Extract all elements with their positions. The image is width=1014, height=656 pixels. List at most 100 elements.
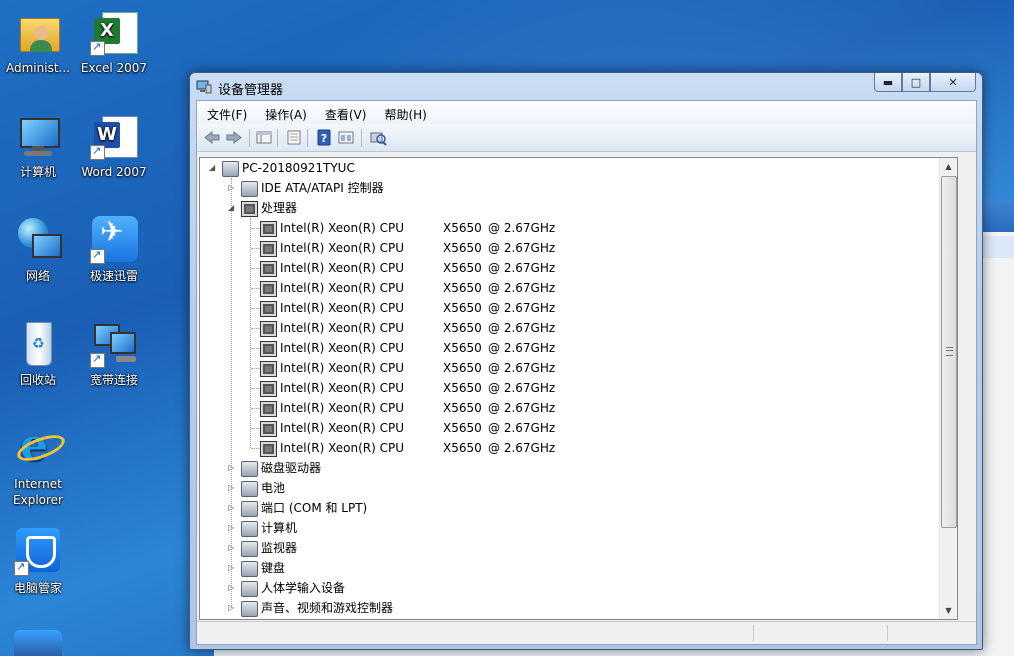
processor-name: Intel(R) Xeon(R) CPU xyxy=(280,401,405,415)
desktop-icon-network[interactable]: 网络 xyxy=(0,216,76,284)
menu-view[interactable]: 查看(V) xyxy=(315,101,375,124)
view-icon[interactable] xyxy=(337,129,355,146)
scan-hardware-icon[interactable] xyxy=(369,129,387,146)
menu-action[interactable]: 操作(A) xyxy=(255,101,315,124)
internet-explorer-icon: e xyxy=(14,424,68,472)
scroll-up-arrow-icon[interactable]: ▲ xyxy=(940,158,957,175)
processor-icon xyxy=(260,301,277,317)
processor-frequency: @ 2.67GHz xyxy=(488,301,556,315)
title-bar[interactable]: 设备管理器 ▬ □ ✕ xyxy=(190,73,982,101)
expand-arrow-icon[interactable]: ▷ xyxy=(228,524,236,532)
expand-arrow-icon[interactable]: ▷ xyxy=(228,544,236,552)
processor-name: Intel(R) Xeon(R) CPU xyxy=(280,301,405,315)
expand-arrow-icon[interactable]: ▷ xyxy=(228,484,236,492)
show-hide-tree-icon[interactable] xyxy=(255,129,273,146)
desktop-icon-word-2007[interactable]: W Word 2007 xyxy=(76,112,152,180)
processor-name: Intel(R) Xeon(R) CPU xyxy=(280,261,405,275)
processor-model: X5650 xyxy=(443,281,482,295)
broadband-connection-icon xyxy=(90,320,138,368)
processor-name: Intel(R) Xeon(R) CPU xyxy=(280,421,405,435)
processor-icon xyxy=(260,381,277,397)
device-tree[interactable]: ◢ PC-20180921TYUC ▷ IDE ATA/ATAPI 控制器 ◢ … xyxy=(199,157,958,620)
desktop-icon-xunlei[interactable]: ✈ 极速迅雷 xyxy=(76,216,152,284)
processor-model: X5650 xyxy=(443,401,482,415)
processor-frequency: @ 2.67GHz xyxy=(488,241,556,255)
processor-name: Intel(R) Xeon(R) CPU xyxy=(280,441,405,455)
pc-manager-shield-icon xyxy=(14,528,62,576)
processor-icon xyxy=(260,421,277,437)
computer-icon xyxy=(222,161,239,177)
maximize-button[interactable]: □ xyxy=(902,73,930,92)
svg-text:?: ? xyxy=(321,132,327,145)
collapse-arrow-icon[interactable]: ◢ xyxy=(209,164,217,172)
processor-name: Intel(R) Xeon(R) CPU xyxy=(280,221,405,235)
expand-arrow-icon[interactable]: ▷ xyxy=(228,184,236,192)
processor-frequency: @ 2.67GHz xyxy=(488,261,556,275)
scroll-down-arrow-icon[interactable]: ▼ xyxy=(940,602,957,619)
processor-icon xyxy=(260,221,277,237)
ide-controller-icon xyxy=(241,181,258,197)
processor-name: Intel(R) Xeon(R) CPU xyxy=(280,281,405,295)
menu-file[interactable]: 文件(F) xyxy=(197,101,255,124)
desktop-icon-pc-manager[interactable]: 电脑管家 xyxy=(0,528,76,596)
xunlei-bird-icon: ✈ xyxy=(90,216,138,264)
user-folder-icon xyxy=(14,8,62,56)
processor-icon xyxy=(260,361,277,377)
toolbar: ? xyxy=(197,124,976,152)
processor-icon xyxy=(260,241,277,257)
processor-name: Intel(R) Xeon(R) CPU xyxy=(280,361,405,375)
hid-device-icon xyxy=(241,581,258,597)
computer-icon xyxy=(14,112,62,160)
processor-model: X5650 xyxy=(443,261,482,275)
expand-arrow-icon[interactable]: ▷ xyxy=(228,464,236,472)
processor-icon xyxy=(260,401,277,417)
expand-arrow-icon[interactable]: ▷ xyxy=(228,504,236,512)
window-client-area: 文件(F) 操作(A) 查看(V) 帮助(H) ? ◢ PC-20180921T… xyxy=(196,100,977,645)
back-arrow-icon[interactable] xyxy=(203,129,221,146)
processor-frequency: @ 2.67GHz xyxy=(488,221,556,235)
processor-frequency: @ 2.67GHz xyxy=(488,441,556,455)
menu-bar: 文件(F) 操作(A) 查看(V) 帮助(H) xyxy=(197,101,976,124)
battery-icon xyxy=(241,481,258,497)
window-title: 设备管理器 xyxy=(218,83,284,98)
processor-icon xyxy=(260,281,277,297)
expand-arrow-icon[interactable]: ▷ xyxy=(228,604,236,612)
processor-frequency: @ 2.67GHz xyxy=(488,281,556,295)
expand-arrow-icon[interactable]: ▷ xyxy=(228,564,236,572)
device-manager-icon xyxy=(196,79,212,94)
forward-arrow-icon[interactable] xyxy=(225,129,243,146)
help-icon[interactable]: ? xyxy=(315,129,333,146)
computer-icon xyxy=(241,521,258,537)
sound-icon xyxy=(241,601,258,617)
scrollbar-thumb[interactable] xyxy=(941,176,957,528)
status-bar xyxy=(197,621,976,644)
desktop-icon-administrator[interactable]: Administ... xyxy=(0,8,76,76)
processor-name: Intel(R) Xeon(R) CPU xyxy=(280,321,405,335)
desktop-icon-recycle-bin[interactable]: ♻ 回收站 xyxy=(0,320,76,388)
desktop-icon-computer[interactable]: 计算机 xyxy=(0,112,76,180)
monitor-icon xyxy=(241,541,258,557)
vertical-scrollbar[interactable]: ▲ ▼ xyxy=(939,158,957,619)
processor-frequency: @ 2.67GHz xyxy=(488,341,556,355)
desktop-icon-excel-2007[interactable]: X Excel 2007 xyxy=(76,8,152,76)
processor-model: X5650 xyxy=(443,321,482,335)
close-button[interactable]: ✕ xyxy=(930,73,976,92)
minimize-button[interactable]: ▬ xyxy=(874,73,902,92)
expand-arrow-icon[interactable]: ▷ xyxy=(228,584,236,592)
desktop-icon-internet-explorer[interactable]: e Internet Explorer xyxy=(0,424,76,508)
recycle-bin-icon: ♻ xyxy=(14,320,62,368)
processor-frequency: @ 2.67GHz xyxy=(488,421,556,435)
disk-drive-icon xyxy=(241,461,258,477)
keyboard-icon xyxy=(241,561,258,577)
processor-model: X5650 xyxy=(443,381,482,395)
collapse-arrow-icon[interactable]: ◢ xyxy=(228,204,236,212)
desktop-icon-partial[interactable] xyxy=(14,630,62,656)
desktop-icon-broadband[interactable]: 宽带连接 xyxy=(76,320,152,388)
device-manager-window[interactable]: 设备管理器 ▬ □ ✕ 文件(F) 操作(A) 查看(V) 帮助(H) ? ◢ … xyxy=(189,72,983,650)
properties-icon[interactable] xyxy=(285,129,303,146)
menu-help[interactable]: 帮助(H) xyxy=(374,101,434,124)
processor-icon xyxy=(241,201,258,217)
processor-icon xyxy=(260,261,277,277)
processor-frequency: @ 2.67GHz xyxy=(488,321,556,335)
processor-name: Intel(R) Xeon(R) CPU xyxy=(280,341,405,355)
